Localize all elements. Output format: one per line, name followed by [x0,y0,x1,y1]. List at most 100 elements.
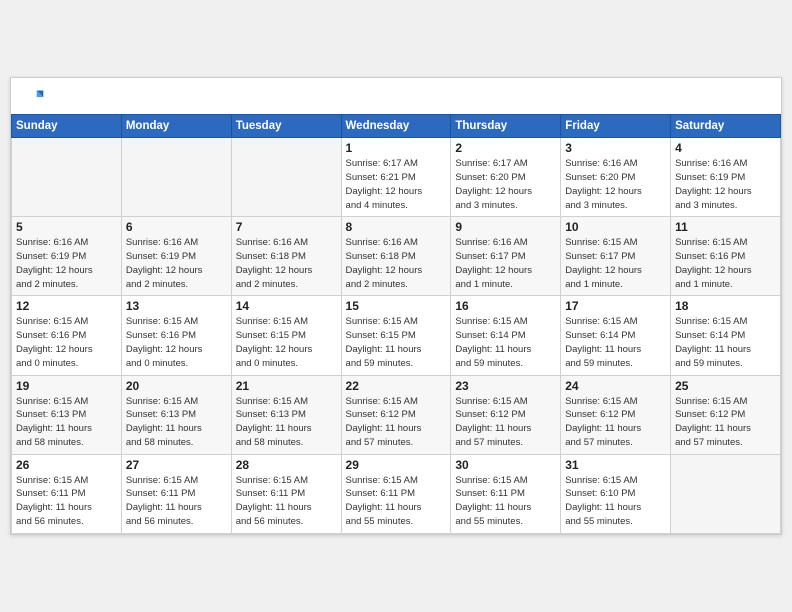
day-cell: 25 Sunrise: 6:15 AM Sunset: 6:12 PM Dayli… [671,375,781,454]
day-cell: 20 Sunrise: 6:15 AM Sunset: 6:13 PM Dayli… [121,375,231,454]
day-cell: 5 Sunrise: 6:16 AM Sunset: 6:19 PM Daylig… [12,217,122,296]
day-number: 23 [455,379,556,393]
weekday-friday: Friday [561,115,671,138]
day-info: Sunrise: 6:15 AM Sunset: 6:11 PM Dayligh… [455,474,556,529]
day-cell: 14 Sunrise: 6:15 AM Sunset: 6:15 PM Dayli… [231,296,341,375]
day-cell: 12 Sunrise: 6:15 AM Sunset: 6:16 PM Dayli… [12,296,122,375]
week-row-3: 12 Sunrise: 6:15 AM Sunset: 6:16 PM Dayli… [12,296,781,375]
day-number: 21 [236,379,337,393]
day-info: Sunrise: 6:15 AM Sunset: 6:14 PM Dayligh… [455,315,556,370]
day-number: 22 [346,379,447,393]
week-row-5: 26Sunrise: 6:15 AM Sunset: 6:11 PM Dayli… [12,454,781,533]
day-number: 18 [675,299,776,313]
calendar-header [11,78,781,114]
day-info: Sunrise: 6:15 AM Sunset: 6:11 PM Dayligh… [236,474,337,529]
day-info: Sunrise: 6:15 AM Sunset: 6:10 PM Dayligh… [565,474,666,529]
day-cell: 13Sunrise: 6:15 AM Sunset: 6:16 PM Dayli… [121,296,231,375]
weekday-sunday: Sunday [12,115,122,138]
day-number: 14 [236,299,337,313]
day-cell: 27 Sunrise: 6:15 AM Sunset: 6:11 PM Dayli… [121,454,231,533]
weekday-saturday: Saturday [671,115,781,138]
day-info: Sunrise: 6:15 AM Sunset: 6:14 PM Dayligh… [565,315,666,370]
day-info: Sunrise: 6:15 AM Sunset: 6:13 PM Dayligh… [126,395,227,450]
day-info: Sunrise: 6:15 AM Sunset: 6:13 PM Dayligh… [16,395,117,450]
day-cell: 15 Sunrise: 6:15 AM Sunset: 6:15 PM Dayli… [341,296,451,375]
day-number: 12 [16,299,117,313]
day-cell: 28 Sunrise: 6:15 AM Sunset: 6:11 PM Dayli… [231,454,341,533]
day-cell: 22 Sunrise: 6:15 AM Sunset: 6:12 PM Dayli… [341,375,451,454]
day-info: Sunrise: 6:15 AM Sunset: 6:14 PM Dayligh… [675,315,776,370]
week-row-1: 1 Sunrise: 6:17 AM Sunset: 6:21 PM Daylig… [12,138,781,217]
day-cell: 26Sunrise: 6:15 AM Sunset: 6:11 PM Dayli… [12,454,122,533]
weekday-wednesday: Wednesday [341,115,451,138]
day-info: Sunrise: 6:16 AM Sunset: 6:18 PM Dayligh… [346,236,447,291]
day-cell: 4 Sunrise: 6:16 AM Sunset: 6:19 PM Daylig… [671,138,781,217]
day-number: 25 [675,379,776,393]
day-number: 1 [346,141,447,155]
day-number: 6 [126,220,227,234]
day-cell: 3Sunrise: 6:16 AM Sunset: 6:20 PM Daylig… [561,138,671,217]
day-info: Sunrise: 6:15 AM Sunset: 6:12 PM Dayligh… [565,395,666,450]
day-info: Sunrise: 6:17 AM Sunset: 6:20 PM Dayligh… [455,157,556,212]
day-number: 20 [126,379,227,393]
day-number: 10 [565,220,666,234]
logo-icon [25,88,45,108]
day-info: Sunrise: 6:15 AM Sunset: 6:11 PM Dayligh… [126,474,227,529]
day-cell: 7 Sunrise: 6:16 AM Sunset: 6:18 PM Daylig… [231,217,341,296]
day-info: Sunrise: 6:15 AM Sunset: 6:12 PM Dayligh… [675,395,776,450]
day-info: Sunrise: 6:15 AM Sunset: 6:15 PM Dayligh… [346,315,447,370]
day-cell: 21 Sunrise: 6:15 AM Sunset: 6:13 PM Dayli… [231,375,341,454]
day-info: Sunrise: 6:16 AM Sunset: 6:19 PM Dayligh… [16,236,117,291]
day-number: 27 [126,458,227,472]
day-info: Sunrise: 6:15 AM Sunset: 6:16 PM Dayligh… [16,315,117,370]
day-info: Sunrise: 6:16 AM Sunset: 6:19 PM Dayligh… [126,236,227,291]
day-number: 8 [346,220,447,234]
day-cell: 29Sunrise: 6:15 AM Sunset: 6:11 PM Dayli… [341,454,451,533]
weekday-header-row: SundayMondayTuesdayWednesdayThursdayFrid… [12,115,781,138]
logo [25,88,49,108]
weekday-monday: Monday [121,115,231,138]
day-cell: 6 Sunrise: 6:16 AM Sunset: 6:19 PM Daylig… [121,217,231,296]
day-cell: 18 Sunrise: 6:15 AM Sunset: 6:14 PM Dayli… [671,296,781,375]
day-number: 13 [126,299,227,313]
day-number: 4 [675,141,776,155]
day-cell: 16 Sunrise: 6:15 AM Sunset: 6:14 PM Dayli… [451,296,561,375]
day-number: 7 [236,220,337,234]
day-number: 11 [675,220,776,234]
day-cell: 8 Sunrise: 6:16 AM Sunset: 6:18 PM Daylig… [341,217,451,296]
day-number: 19 [16,379,117,393]
week-row-2: 5 Sunrise: 6:16 AM Sunset: 6:19 PM Daylig… [12,217,781,296]
day-cell: 9Sunrise: 6:16 AM Sunset: 6:17 PM Daylig… [451,217,561,296]
day-number: 28 [236,458,337,472]
day-cell: 24 Sunrise: 6:15 AM Sunset: 6:12 PM Dayli… [561,375,671,454]
day-info: Sunrise: 6:16 AM Sunset: 6:18 PM Dayligh… [236,236,337,291]
calendar-table: SundayMondayTuesdayWednesdayThursdayFrid… [11,114,781,533]
day-cell: 17Sunrise: 6:15 AM Sunset: 6:14 PM Dayli… [561,296,671,375]
day-cell: 10 Sunrise: 6:15 AM Sunset: 6:17 PM Dayli… [561,217,671,296]
day-number: 9 [455,220,556,234]
day-info: Sunrise: 6:15 AM Sunset: 6:15 PM Dayligh… [236,315,337,370]
day-cell: 11 Sunrise: 6:15 AM Sunset: 6:16 PM Dayli… [671,217,781,296]
day-number: 16 [455,299,556,313]
day-info: Sunrise: 6:15 AM Sunset: 6:16 PM Dayligh… [675,236,776,291]
day-info: Sunrise: 6:15 AM Sunset: 6:11 PM Dayligh… [346,474,447,529]
day-number: 5 [16,220,117,234]
day-info: Sunrise: 6:15 AM Sunset: 6:12 PM Dayligh… [346,395,447,450]
day-number: 24 [565,379,666,393]
day-cell [12,138,122,217]
day-info: Sunrise: 6:17 AM Sunset: 6:21 PM Dayligh… [346,157,447,212]
week-row-4: 19 Sunrise: 6:15 AM Sunset: 6:13 PM Dayli… [12,375,781,454]
day-cell: 31Sunrise: 6:15 AM Sunset: 6:10 PM Dayli… [561,454,671,533]
day-number: 30 [455,458,556,472]
day-cell [231,138,341,217]
day-cell: 1 Sunrise: 6:17 AM Sunset: 6:21 PM Daylig… [341,138,451,217]
day-cell [671,454,781,533]
day-number: 15 [346,299,447,313]
day-cell: 19 Sunrise: 6:15 AM Sunset: 6:13 PM Dayli… [12,375,122,454]
day-number: 2 [455,141,556,155]
day-info: Sunrise: 6:15 AM Sunset: 6:17 PM Dayligh… [565,236,666,291]
day-cell: 30 Sunrise: 6:15 AM Sunset: 6:11 PM Dayli… [451,454,561,533]
day-info: Sunrise: 6:15 AM Sunset: 6:13 PM Dayligh… [236,395,337,450]
weekday-thursday: Thursday [451,115,561,138]
day-info: Sunrise: 6:16 AM Sunset: 6:19 PM Dayligh… [675,157,776,212]
